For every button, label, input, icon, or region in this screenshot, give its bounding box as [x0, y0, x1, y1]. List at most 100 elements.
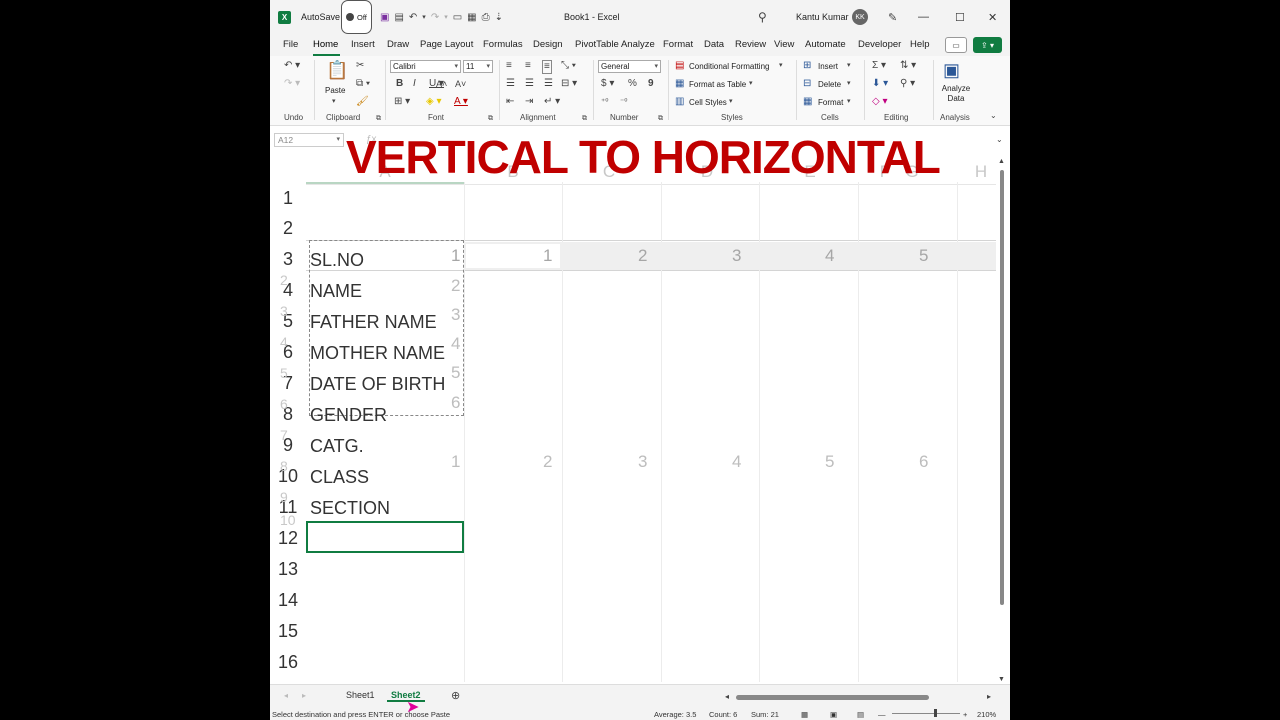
font-launcher-icon[interactable]: ⧉ [488, 113, 493, 125]
row-header[interactable]: 14 [270, 590, 306, 611]
number-format-select[interactable]: General [598, 60, 661, 73]
align-center-icon[interactable]: ☰ [525, 78, 534, 90]
cell-styles-icon[interactable]: ▥ [675, 96, 684, 108]
decrease-indent-icon[interactable]: ⇤ [506, 96, 514, 108]
zoom-level[interactable]: 210% [977, 710, 996, 719]
comma-icon[interactable]: 9 [648, 78, 654, 90]
bottom-align-icon[interactable]: ≡ [542, 60, 552, 74]
row-header[interactable]: 3 [270, 249, 306, 270]
tab-view[interactable]: View [774, 39, 794, 50]
font-color-icon[interactable]: A ▾ [454, 96, 468, 108]
fill-icon[interactable]: ⬇ ▾ [872, 78, 888, 90]
row-header[interactable]: 1 [270, 188, 306, 209]
conditional-formatting-button[interactable]: Conditional Formatting [689, 61, 769, 73]
number-launcher-icon[interactable]: ⧉ [658, 113, 663, 125]
clipboard-launcher-icon[interactable]: ⧉ [376, 113, 381, 125]
italic-icon[interactable]: I [413, 78, 416, 90]
find-select-icon[interactable]: ⚲ ▾ [900, 78, 915, 90]
insert-dropdown-icon[interactable]: ▾ [847, 60, 851, 72]
undo-dropdown-icon[interactable]: ▾ [422, 13, 426, 21]
autosum-icon[interactable]: Σ ▾ [872, 60, 886, 72]
row-header[interactable]: 8 [270, 404, 306, 425]
decrease-decimal-icon[interactable]: ⁻⁰ [620, 96, 627, 108]
paste-dropdown-icon[interactable]: ▾ [332, 96, 336, 108]
tab-formulas[interactable]: Formulas [483, 39, 523, 50]
status-sum[interactable]: Sum: 21 [751, 710, 779, 719]
percent-icon[interactable]: % [628, 78, 637, 90]
active-cell-a12[interactable] [306, 521, 464, 553]
top-align-icon[interactable]: ≡ [506, 60, 512, 72]
tab-insert[interactable]: Insert [351, 39, 375, 50]
font-name-select[interactable]: Calibri [390, 60, 461, 73]
autosave-toggle[interactable]: Off [341, 0, 372, 34]
row-header[interactable]: 4 [270, 280, 306, 301]
cell-a11[interactable]: SECTION [310, 498, 390, 519]
search-icon[interactable]: ⚲ [758, 0, 767, 34]
cell-a7[interactable]: DATE OF BIRTH [310, 374, 445, 395]
page-layout-view-icon[interactable]: ▣ [830, 710, 837, 719]
close-icon[interactable]: ✕ [988, 0, 997, 34]
tab-data[interactable]: Data [704, 39, 724, 50]
vertical-scrollbar[interactable]: ▲ ▼ [997, 154, 1007, 684]
format-dropdown-icon[interactable]: ▾ [847, 96, 851, 108]
tab-automate[interactable]: Automate [805, 39, 846, 50]
cell-a8[interactable]: GENDER [310, 405, 387, 426]
redo-icon[interactable]: ↷ [431, 12, 439, 23]
format-painter-icon[interactable]: 🖌 [356, 96, 369, 108]
clear-icon[interactable]: ◇ ▾ [872, 96, 888, 108]
row-header[interactable]: 9 [270, 435, 306, 456]
cell-a9[interactable]: CATG. [310, 436, 364, 457]
scroll-right-icon[interactable]: ▸ [987, 691, 991, 703]
bold-icon[interactable]: B [396, 78, 403, 90]
row-header[interactable]: 12 [270, 528, 306, 549]
format-as-table-button[interactable]: Format as Table [689, 79, 746, 91]
fill-color-icon[interactable]: ◈ ▾ [426, 96, 442, 108]
alignment-launcher-icon[interactable]: ⧉ [582, 113, 587, 125]
zoom-out-icon[interactable]: — [878, 710, 886, 719]
tab-page-layout[interactable]: Page Layout [420, 39, 473, 50]
currency-icon[interactable]: $ ▾ [601, 78, 614, 90]
cell-e3[interactable]: 4 [825, 246, 834, 266]
redo-icon[interactable]: ↷ ▾ [284, 78, 300, 90]
add-sheet-icon[interactable]: ⊕ [451, 690, 460, 702]
tab-design[interactable]: Design [533, 39, 563, 50]
normal-view-icon[interactable]: ▦ [801, 710, 808, 719]
conditional-formatting-dropdown-icon[interactable]: ▾ [779, 60, 783, 72]
row-header[interactable]: 16 [270, 652, 306, 673]
status-count[interactable]: Count: 6 [709, 710, 737, 719]
cell-a3[interactable]: SL.NO [310, 250, 364, 271]
page-break-view-icon[interactable]: ▤ [857, 710, 864, 719]
comments-button[interactable]: ▭ [945, 37, 967, 53]
delete-button[interactable]: Delete [818, 79, 841, 91]
zoom-in-icon[interactable]: + [963, 710, 967, 719]
underline-icon[interactable]: U ▾ [429, 78, 444, 90]
pen-icon[interactable]: ✎ [888, 0, 897, 34]
cell-a10[interactable]: CLASS [310, 467, 369, 488]
middle-align-icon[interactable]: ≡ [525, 60, 531, 72]
expand-formula-bar-icon[interactable]: ⌄ [996, 134, 1003, 146]
minimize-icon[interactable]: — [918, 0, 929, 34]
row-header[interactable]: 10 [270, 466, 306, 487]
cell-a6[interactable]: MOTHER NAME [310, 343, 445, 364]
cell-styles-dropdown-icon[interactable]: ▾ [729, 96, 733, 108]
print-icon[interactable]: ⎙ [482, 12, 490, 23]
row-header[interactable]: 7 [270, 373, 306, 394]
delete-dropdown-icon[interactable]: ▾ [847, 78, 851, 90]
increase-decimal-icon[interactable]: ⁺⁰ [601, 96, 608, 108]
horizontal-scroll-thumb[interactable] [736, 695, 929, 700]
share-button[interactable]: ⇪ ▾ [973, 37, 1002, 53]
zoom-slider-thumb[interactable] [934, 709, 937, 717]
borders-icon[interactable]: ⊞ ▾ [394, 96, 410, 108]
analyze-data-icon[interactable]: ▣ [943, 59, 960, 81]
save-as-icon[interactable]: ▤ [394, 12, 403, 23]
format-cells-icon[interactable]: ▦ [803, 96, 812, 108]
scroll-up-icon[interactable]: ▲ [998, 156, 1005, 168]
open-folder-icon[interactable]: ▭ [453, 12, 462, 23]
status-average[interactable]: Average: 3.5 [654, 710, 696, 719]
redo-dropdown-icon[interactable]: ▾ [444, 13, 448, 21]
zoom-slider[interactable] [892, 713, 960, 714]
tab-help[interactable]: Help [910, 39, 930, 50]
cell-c3[interactable]: 2 [638, 246, 647, 266]
wrap-text-icon[interactable]: ↵ ▾ [544, 96, 560, 108]
cut-icon[interactable]: ✂ [356, 60, 364, 72]
